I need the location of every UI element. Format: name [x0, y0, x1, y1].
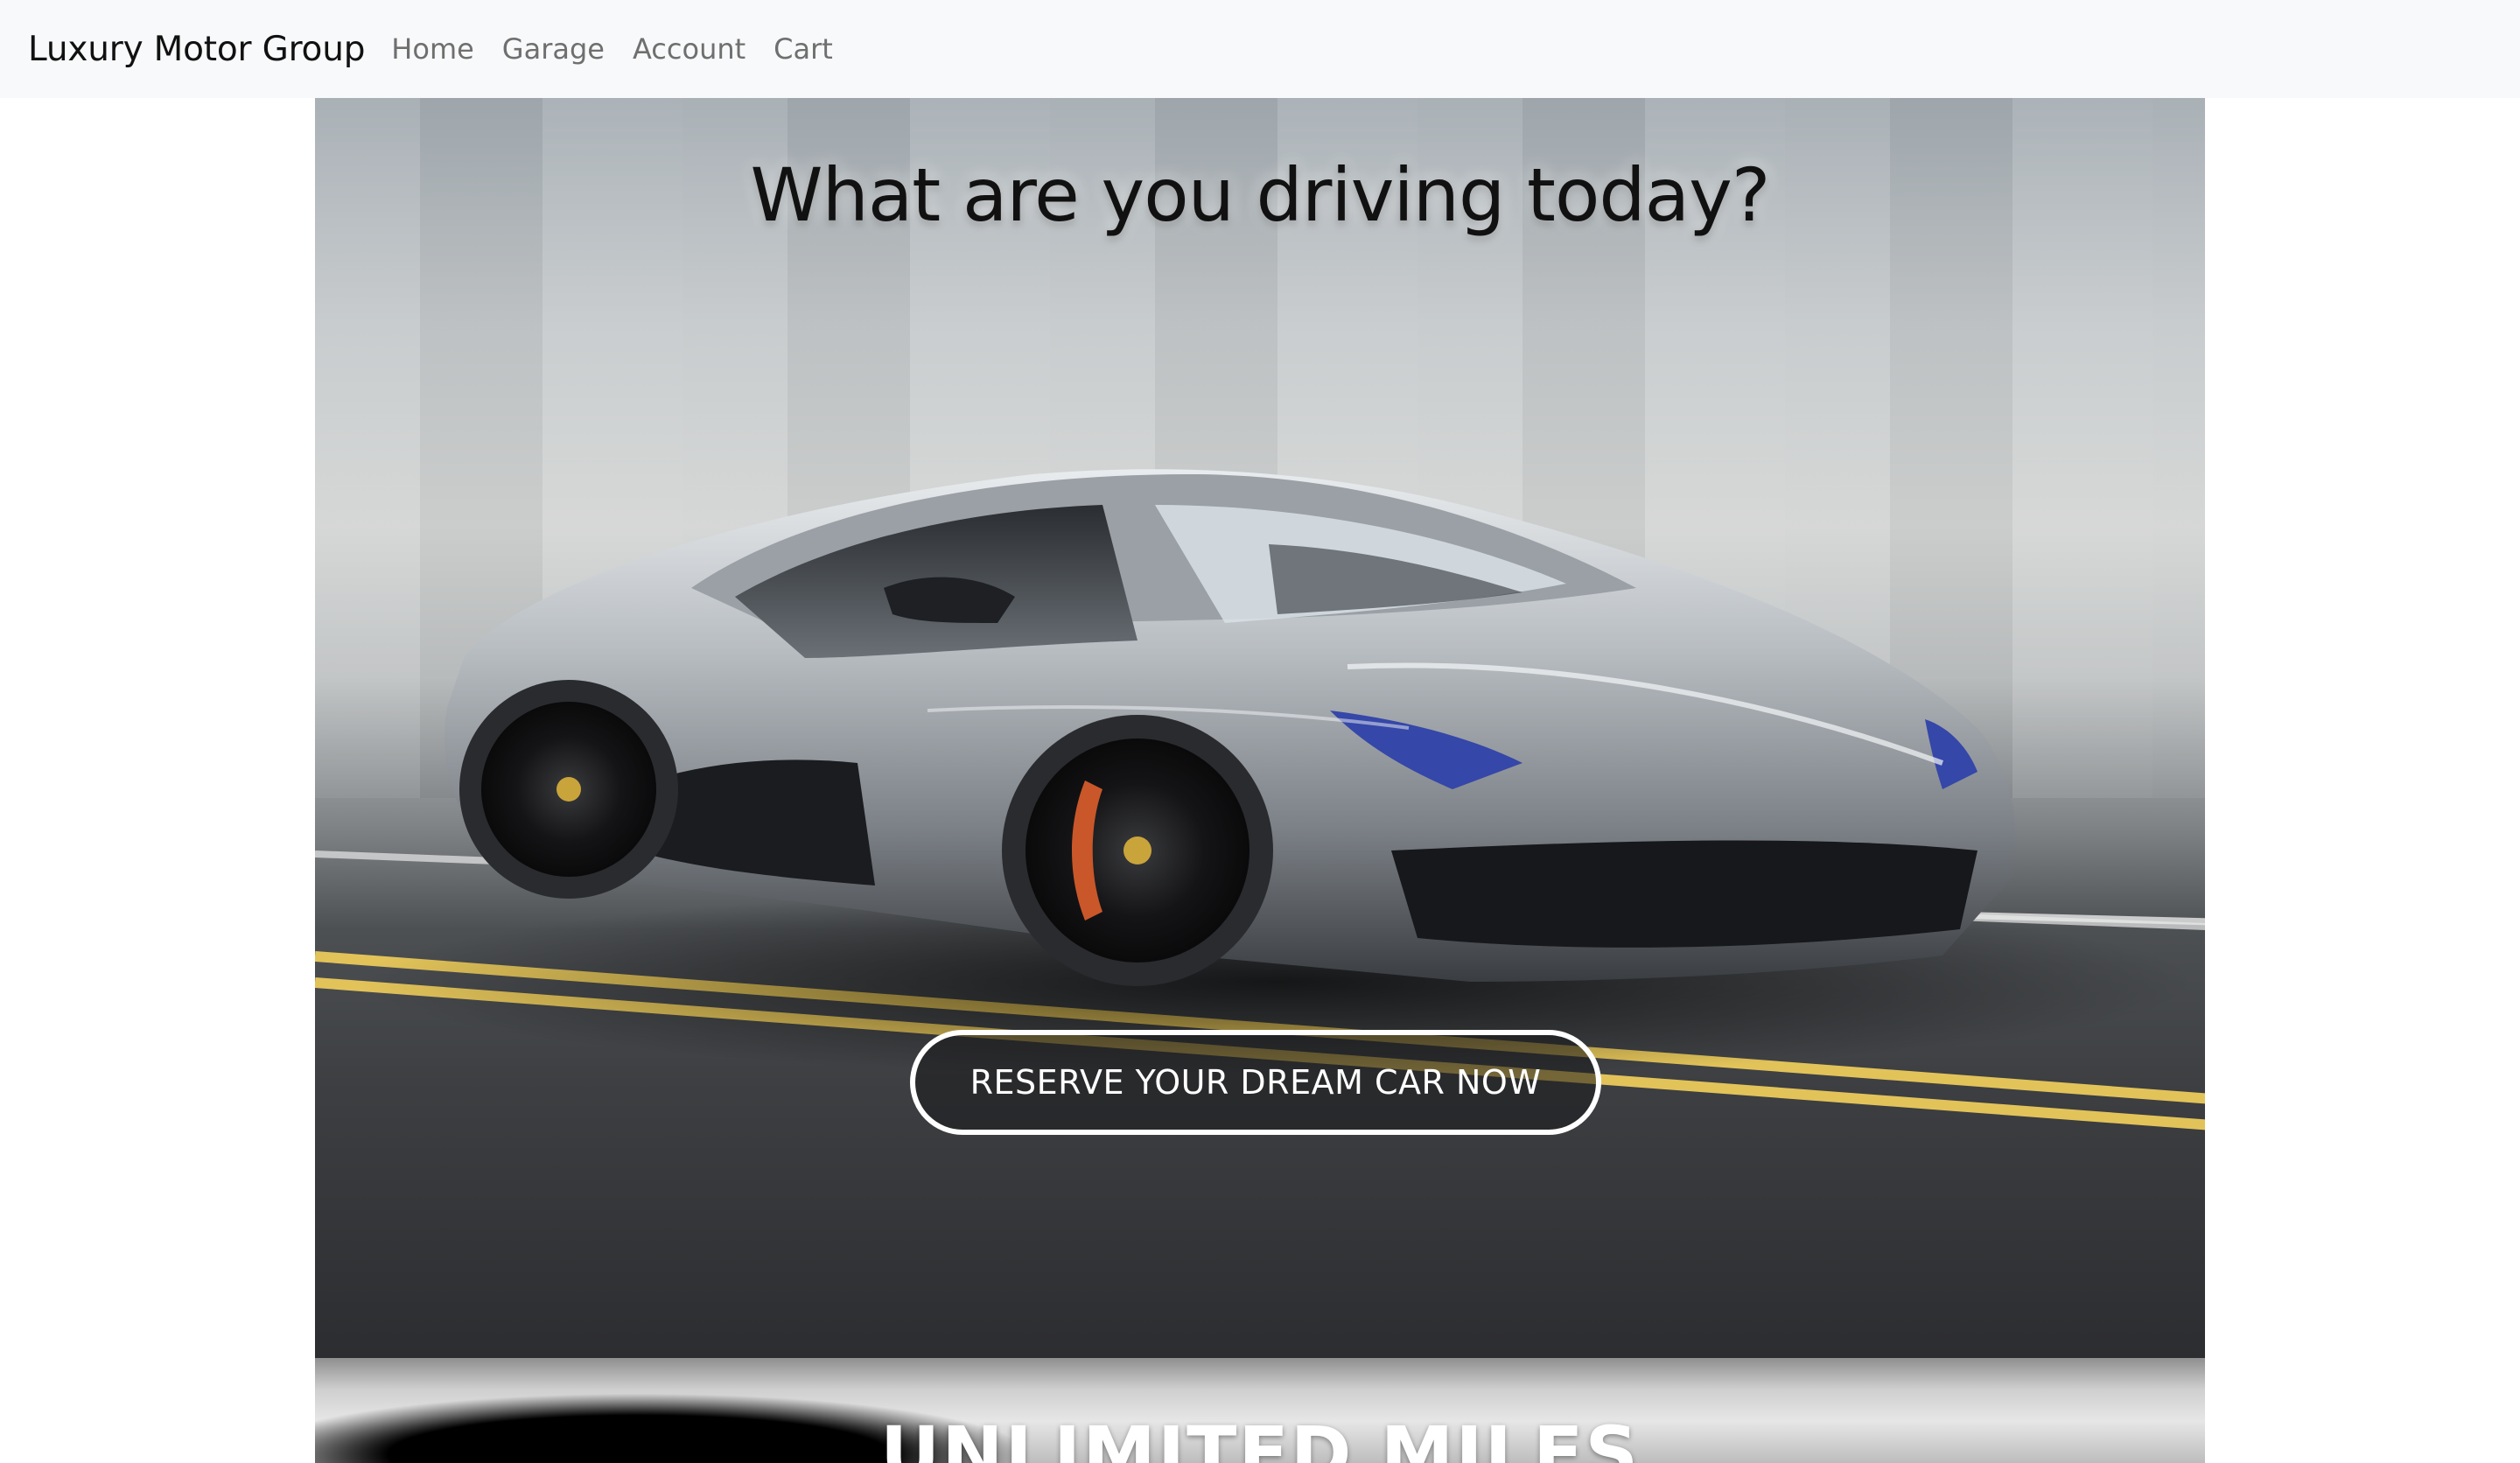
- navbar: Luxury Motor Group Home Garage Account C…: [0, 0, 2520, 98]
- sports-car-image: [359, 469, 2196, 1078]
- hero-title: What are you driving today?: [750, 152, 1771, 238]
- unlimited-miles-section: UNLIMITED MILES: [315, 1358, 2205, 1463]
- brand-logo-link[interactable]: Luxury Motor Group: [28, 30, 365, 69]
- nav-link-garage[interactable]: Garage: [488, 32, 619, 66]
- nav-link-cart[interactable]: Cart: [760, 32, 847, 66]
- nav-link-account[interactable]: Account: [619, 32, 760, 66]
- nav-links: Home Garage Account Cart: [377, 32, 847, 66]
- nav-link-home[interactable]: Home: [377, 32, 488, 66]
- hero-banner: What are you driving today? RESERVE YOUR…: [315, 98, 2205, 1358]
- reserve-car-button[interactable]: RESERVE YOUR DREAM CAR NOW: [910, 1030, 1601, 1135]
- section-title: UNLIMITED MILES: [879, 1410, 1641, 1463]
